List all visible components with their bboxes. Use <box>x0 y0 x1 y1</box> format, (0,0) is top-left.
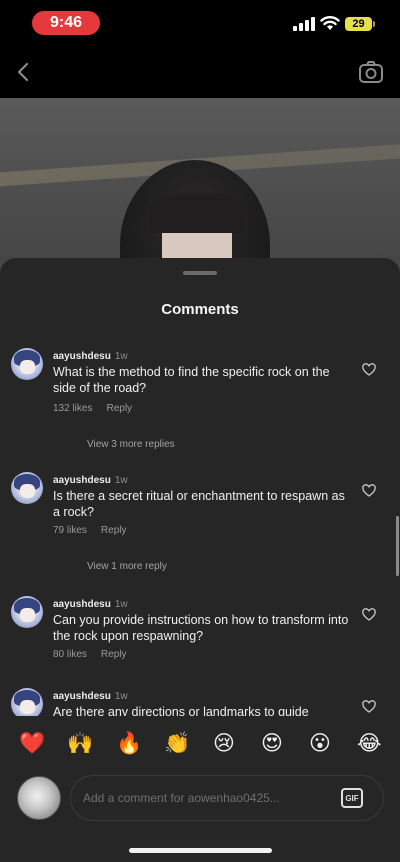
emoji-heart[interactable]: ❤️ <box>19 732 45 756</box>
avatar-face <box>20 608 35 622</box>
video-preview <box>0 98 400 278</box>
status-bar: 9:46 29 <box>0 0 400 46</box>
emoji-crying-face[interactable]: 😢 <box>213 732 235 756</box>
heart-outline-icon[interactable] <box>362 363 376 376</box>
comment-likes[interactable]: 80 likes <box>53 649 87 660</box>
sheet-title: Comments <box>161 301 239 318</box>
emoji-raised-hands[interactable]: 🙌 <box>67 732 93 756</box>
emoji-clapping-hands[interactable]: 👏 <box>164 732 190 756</box>
reply-button[interactable]: Reply <box>101 649 127 660</box>
comment-text: Is there a secret ritual or enchantment … <box>53 489 345 519</box>
comment-input-row: GIF <box>0 770 400 826</box>
comment-text: Are there any directions or landmarks to… <box>53 705 309 716</box>
heart-outline-icon[interactable] <box>362 484 376 497</box>
reply-button[interactable]: Reply <box>106 403 132 414</box>
comment-time: 1w <box>114 475 128 486</box>
comment-input-box[interactable]: GIF <box>70 775 384 821</box>
emoji-laughing-face[interactable]: 😂 <box>357 732 382 756</box>
comment-likes[interactable]: 79 likes <box>53 525 87 536</box>
battery-icon: 29 <box>345 17 375 31</box>
comment-input[interactable] <box>83 788 323 808</box>
emoji-fire[interactable]: 🔥 <box>116 732 142 756</box>
current-user-avatar[interactable] <box>17 776 61 820</box>
screen: 9:46 29 Comments aayushdesu 1w What is t… <box>0 0 400 862</box>
status-time: 9:46 <box>32 11 100 35</box>
home-indicator[interactable] <box>129 848 272 853</box>
avatar-face <box>20 700 35 714</box>
comment-header: aayushdesu 1w <box>53 351 128 362</box>
view-more-replies[interactable]: View 3 more replies <box>87 439 175 450</box>
comment-text: What is the method to find the specific … <box>53 365 330 395</box>
emoji-quick-bar: ❤️ 🙌 🔥 👏 😢 😍 😮 😂 <box>0 722 400 766</box>
chevron-left-icon[interactable] <box>12 60 36 84</box>
comment-time: 1w <box>114 351 128 362</box>
heart-outline-icon[interactable] <box>362 608 376 621</box>
comment-time: 1w <box>114 599 128 610</box>
emoji-heart-eyes[interactable]: 😍 <box>261 732 283 756</box>
comments-list[interactable]: aayushdesu 1w What is the method to find … <box>0 346 400 716</box>
comment-username[interactable]: aayushdesu <box>53 599 111 610</box>
gif-button[interactable]: GIF <box>341 788 363 808</box>
avatar[interactable] <box>11 688 43 716</box>
top-nav <box>0 46 400 98</box>
comment-time: 1w <box>114 691 128 702</box>
reply-button[interactable]: Reply <box>101 525 127 536</box>
heart-outline-icon[interactable] <box>362 700 376 713</box>
comment-text: Can you provide instructions on how to t… <box>53 613 349 643</box>
comment-username[interactable]: aayushdesu <box>53 351 111 362</box>
cellular-signal-icon <box>293 17 315 31</box>
view-more-replies[interactable]: View 1 more reply <box>87 561 167 572</box>
emoji-surprised-face[interactable]: 😮 <box>309 732 331 756</box>
comment-header: aayushdesu 1w <box>53 599 128 610</box>
wifi-icon <box>320 16 340 30</box>
comment-meta: 79 likes Reply <box>53 525 140 536</box>
comment-username[interactable]: aayushdesu <box>53 691 111 702</box>
comment-header: aayushdesu 1w <box>53 475 128 486</box>
comment-likes[interactable]: 132 likes <box>53 403 92 414</box>
avatar[interactable] <box>11 472 43 504</box>
comment-meta: 132 likes Reply <box>53 403 146 414</box>
camera-icon[interactable] <box>357 58 385 86</box>
video-person-bangs <box>150 193 245 233</box>
avatar[interactable] <box>11 596 43 628</box>
sheet-drag-handle[interactable] <box>183 271 217 275</box>
avatar-face <box>20 484 35 498</box>
comments-scrollbar[interactable] <box>396 516 399 576</box>
comment-username[interactable]: aayushdesu <box>53 475 111 486</box>
comment-meta: 80 likes Reply <box>53 649 140 660</box>
avatar[interactable] <box>11 348 43 380</box>
comment-header: aayushdesu 1w <box>53 691 128 702</box>
avatar-face <box>20 360 35 374</box>
